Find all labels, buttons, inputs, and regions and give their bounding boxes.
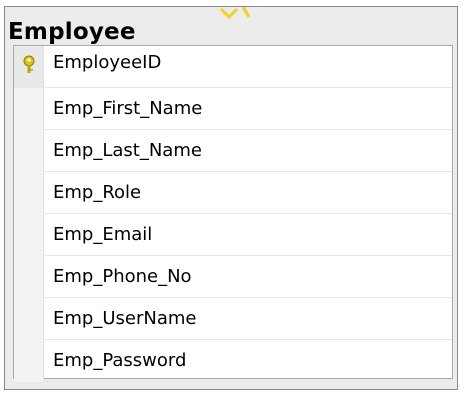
primary-key-icon (23, 55, 35, 73)
column-name: Emp_Password (45, 340, 452, 382)
row-selector[interactable] (14, 172, 44, 214)
row-selector[interactable] (14, 256, 44, 298)
column-name: Emp_Email (45, 214, 452, 256)
table-designer-window[interactable]: Employee EmployeeID Emp_First_Name Emp_L… (4, 6, 458, 390)
column-name: Emp_UserName (45, 298, 452, 340)
column-name: Emp_Phone_No (45, 256, 452, 298)
column-list[interactable]: EmployeeID Emp_First_Name Emp_Last_Name … (13, 45, 453, 382)
column-row-emp-role[interactable]: Emp_Role (14, 172, 452, 214)
column-row-emp-username[interactable]: Emp_UserName (14, 298, 452, 340)
row-selector[interactable] (14, 298, 44, 340)
row-selector[interactable] (14, 214, 44, 256)
column-row-emp-last-name[interactable]: Emp_Last_Name (14, 130, 452, 172)
column-name: Emp_Last_Name (45, 130, 452, 172)
column-row-emp-phone-no[interactable]: Emp_Phone_No (14, 256, 452, 298)
column-row-emp-email[interactable]: Emp_Email (14, 214, 452, 256)
row-selector[interactable] (14, 46, 44, 88)
row-selector[interactable] (14, 340, 44, 382)
column-name: Emp_First_Name (45, 88, 452, 130)
column-name: EmployeeID (45, 46, 452, 88)
column-name: Emp_Role (45, 172, 452, 214)
row-selector[interactable] (14, 130, 44, 172)
column-row-employeeid[interactable]: EmployeeID (14, 46, 452, 88)
column-row-emp-password[interactable]: Emp_Password (14, 340, 452, 382)
column-row-emp-first-name[interactable]: Emp_First_Name (14, 88, 452, 130)
row-selector[interactable] (14, 88, 44, 130)
table-title: Employee (8, 19, 136, 45)
yellow-stroke-decoration (219, 7, 251, 19)
